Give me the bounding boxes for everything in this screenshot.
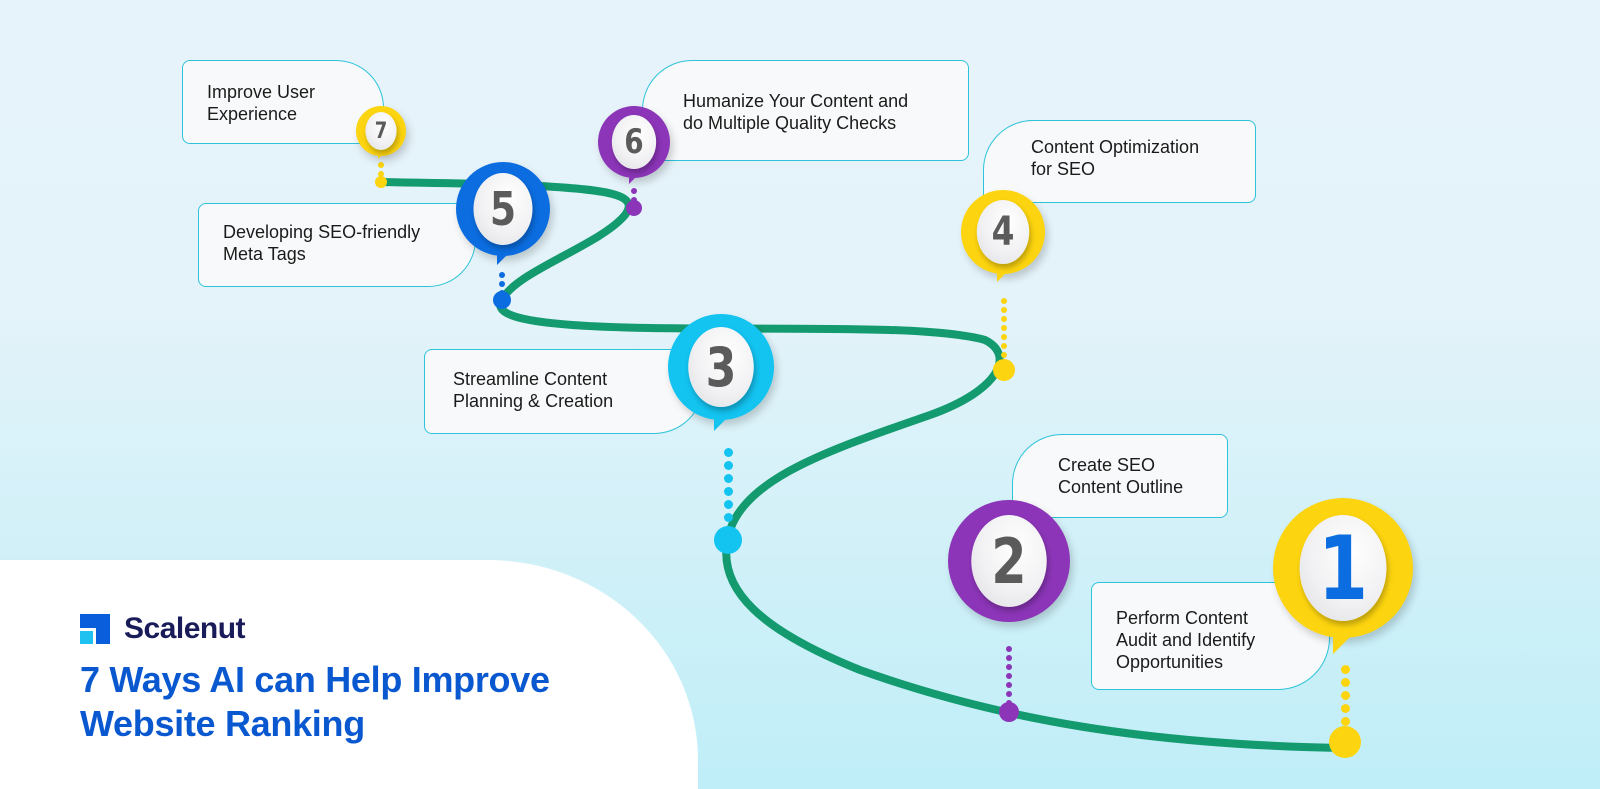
step-3-label-line1: Streamline Content	[453, 369, 608, 389]
step-2-endpoint-dot	[999, 702, 1019, 722]
step-2-number: 2	[971, 515, 1047, 607]
step-2-connector-dot	[1006, 664, 1012, 670]
step-3-endpoint-dot	[714, 526, 742, 554]
brand: Scalenut	[80, 612, 246, 646]
step-4-label-line1: Content Optimization	[1031, 137, 1200, 157]
step-1-connector-dot	[1340, 665, 1350, 674]
step-7-label-line1: Improve User	[207, 82, 316, 102]
step-1-endpoint-dot	[1329, 726, 1361, 758]
step-1-connector-dot	[1340, 691, 1350, 700]
step-4-card: Content Optimization for SEO	[983, 120, 1256, 203]
step-5-connector-dot	[499, 272, 505, 278]
step-1-connector-dot	[1340, 678, 1350, 687]
step-3-connector-dot	[723, 487, 733, 496]
step-1-connector-dot	[1340, 717, 1350, 726]
step-7-label-line2: Experience	[207, 104, 298, 124]
step-6-label-line2: do Multiple Quality Checks	[683, 113, 897, 133]
step-3-connector-dot	[723, 513, 733, 522]
step-4-connector-dot	[1001, 307, 1007, 313]
step-7-number: 7	[365, 112, 397, 150]
step-1-connector-dot	[1340, 704, 1350, 713]
step-6-card: Humanize Your Content and do Multiple Qu…	[642, 60, 969, 161]
step-1-number: 1	[1299, 515, 1387, 621]
step-2-label-line1: Create SEO	[1058, 455, 1156, 475]
step-3-card: Streamline Content Planning & Creation	[424, 349, 704, 434]
step-4-connector-dot	[1001, 316, 1007, 322]
step-7-endpoint-dot	[375, 176, 387, 188]
step-3-connector-dot	[723, 448, 733, 457]
step-5-connector-dot	[499, 281, 505, 287]
step-3-connector-dot	[723, 474, 733, 483]
step-2-connector-dot	[1006, 691, 1012, 697]
step-5-label-line2: Meta Tags	[223, 244, 306, 264]
step-1-label-line1: Perform Content	[1116, 608, 1249, 628]
step-3-label-line2: Planning & Creation	[453, 391, 614, 411]
step-3-connector-dot	[723, 461, 733, 470]
step-2-label-line2: Content Outline	[1058, 477, 1184, 497]
step-2-connector-dot	[1006, 655, 1012, 661]
step-5-label-line1: Developing SEO-friendly	[223, 222, 421, 242]
step-7-card: Improve User Experience	[182, 60, 384, 144]
step-2-connector-dot	[1006, 646, 1012, 652]
step-4-label-line2: for SEO	[1031, 159, 1096, 179]
step-4-endpoint-dot	[993, 359, 1015, 381]
page-title: 7 Ways AI can Help Improve Website Ranki…	[80, 659, 550, 744]
step-3-number: 3	[688, 327, 754, 407]
step-4-connector-dot	[1001, 325, 1007, 331]
step-2-connector-dot	[1006, 682, 1012, 688]
step-4-connector-dot	[1001, 298, 1007, 304]
step-6-number: 6	[611, 115, 657, 169]
step-6-endpoint-dot	[626, 200, 642, 216]
step-5-card: Developing SEO-friendly Meta Tags	[198, 203, 476, 287]
scalenut-logo-icon	[80, 614, 110, 644]
step-1-label-line3: Opportunities	[1116, 652, 1224, 672]
step-4-connector-dot	[1001, 334, 1007, 340]
step-5-endpoint-dot	[493, 291, 511, 309]
step-2-card: Create SEO Content Outline	[1012, 434, 1228, 518]
step-4-connector-dot	[1001, 352, 1007, 358]
step-4-connector-dot	[1001, 343, 1007, 349]
step-7-connector-dot	[378, 162, 384, 168]
step-1-label-line2: Audit and Identify	[1116, 630, 1256, 650]
step-6-label-line1: Humanize Your Content and	[683, 91, 909, 111]
step-2-connector-dot	[1006, 673, 1012, 679]
step-5-number: 5	[473, 173, 533, 245]
step-4-number: 4	[976, 200, 1030, 264]
brand-name: Scalenut	[124, 612, 246, 645]
step-6-connector-dot	[631, 188, 637, 194]
step-3-connector-dot	[723, 500, 733, 509]
